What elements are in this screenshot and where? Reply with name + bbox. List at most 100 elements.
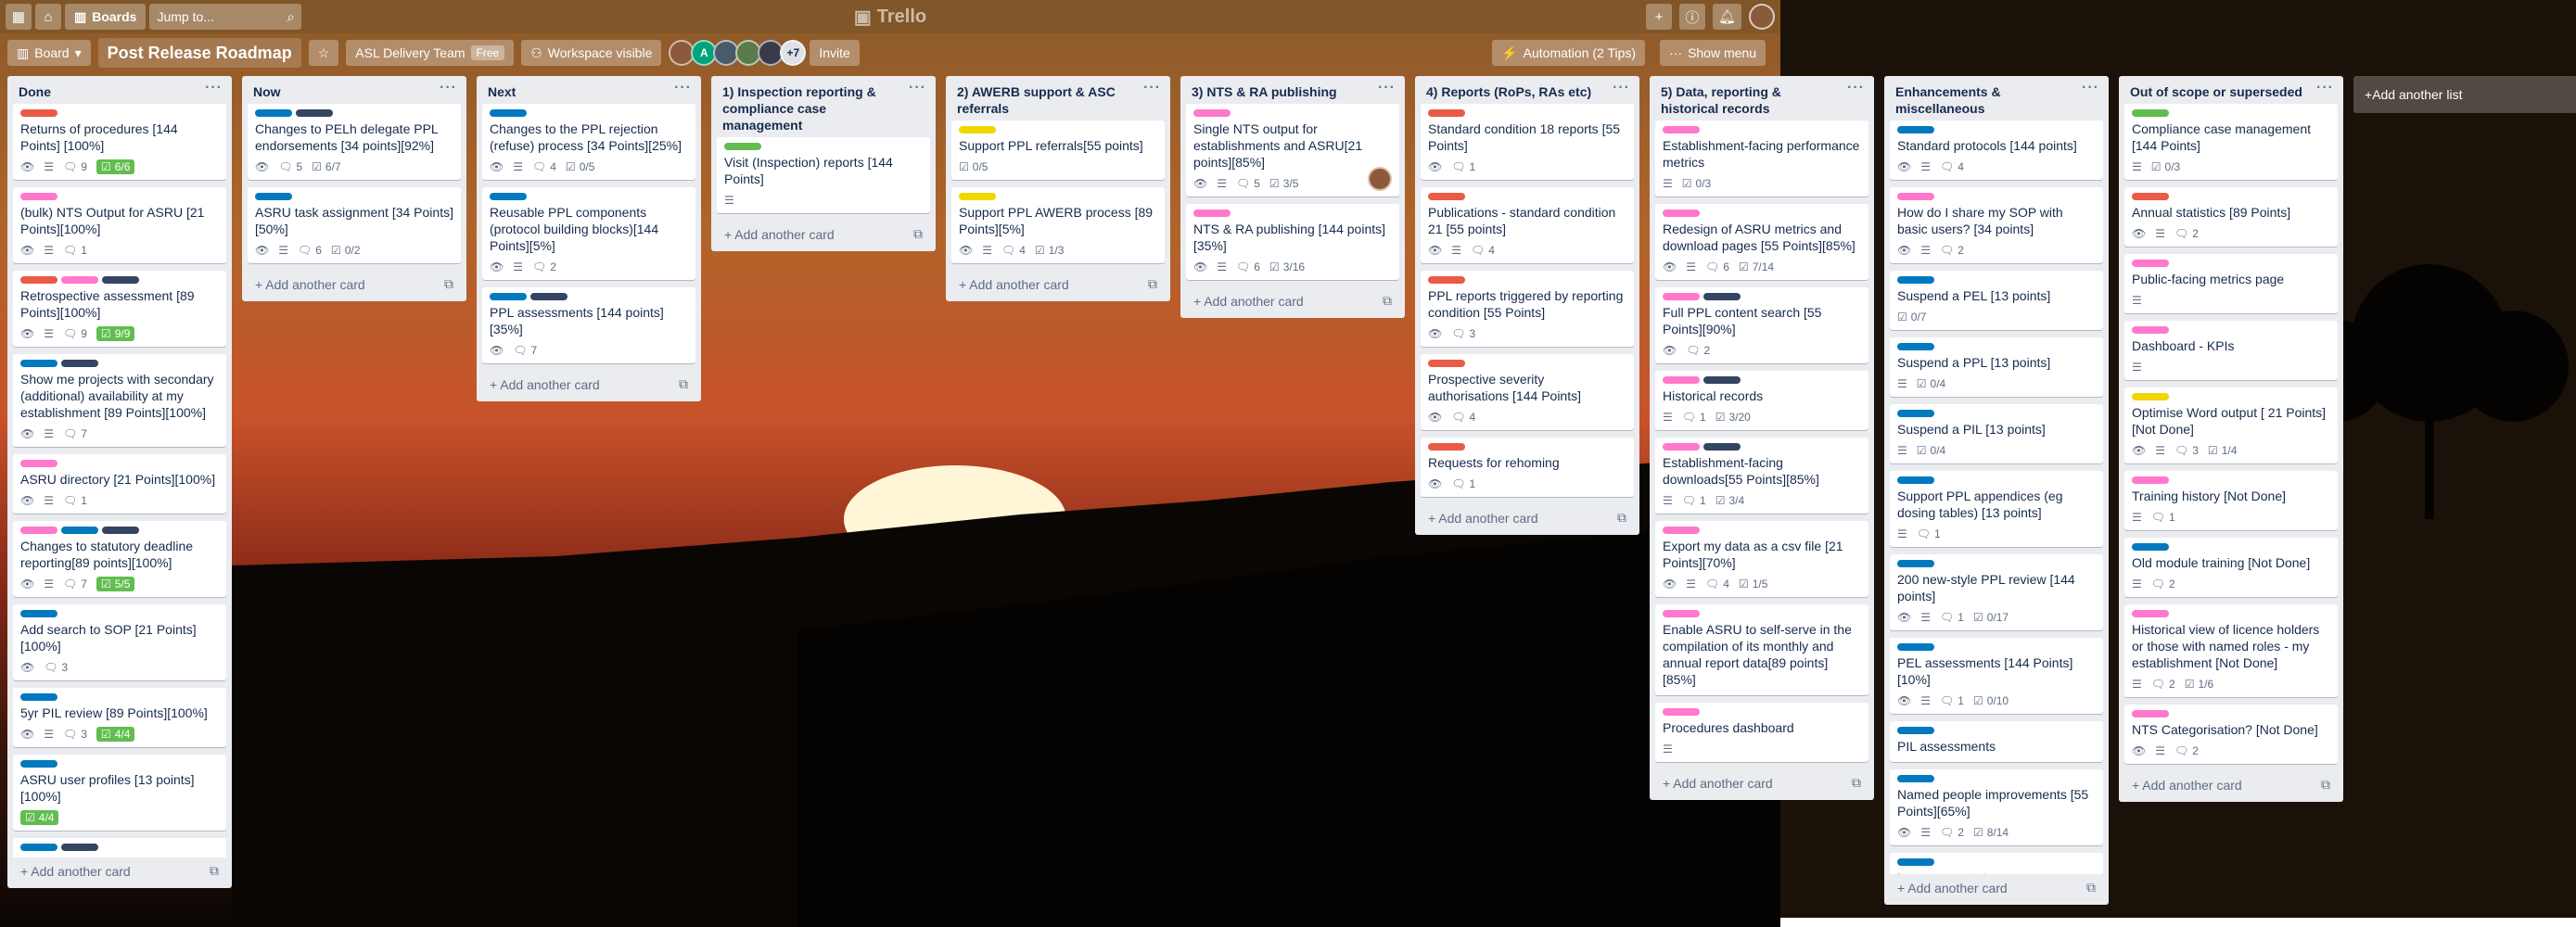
list-menu-icon[interactable]: ··· [2082, 80, 2099, 96]
label-blue[interactable] [1897, 126, 1934, 133]
label-green[interactable] [724, 143, 761, 150]
label-pink[interactable] [1663, 376, 1700, 384]
card[interactable]: ASRU task assignment [34 Points] [50%] 👁︎… [248, 187, 461, 263]
label-blue[interactable] [20, 360, 57, 367]
label-pink[interactable] [61, 276, 98, 284]
label-navy[interactable] [102, 276, 139, 284]
list-header[interactable]: 5) Data, reporting & historical records ·… [1650, 76, 1874, 121]
list-header[interactable]: Done ··· [7, 76, 232, 104]
label-pink[interactable] [20, 527, 57, 534]
label-blue[interactable] [1897, 858, 1934, 866]
list-header[interactable]: 3) NTS & RA publishing ··· [1180, 76, 1405, 104]
card[interactable]: Changes to the PPL rejection (refuse) pr… [482, 104, 695, 180]
label-pink[interactable] [1193, 210, 1231, 217]
card[interactable]: Show me projects with secondary (additio… [13, 354, 226, 447]
label-pink[interactable] [1663, 527, 1700, 534]
card[interactable]: PPL reports triggered by reporting condi… [1421, 271, 1634, 347]
label-pink[interactable] [1663, 210, 1700, 217]
label-blue[interactable] [20, 844, 57, 851]
label-red[interactable] [1428, 276, 1465, 284]
invite-button[interactable]: Invite [810, 40, 860, 66]
list-menu-icon[interactable]: ··· [205, 80, 223, 96]
label-red[interactable] [20, 276, 57, 284]
label-yellow[interactable] [2132, 393, 2169, 400]
label-navy[interactable] [61, 360, 98, 367]
card[interactable]: Standard condition 18 reports [55 Points… [1421, 104, 1634, 180]
add-card-button[interactable]: + Add another card ⧉ [1180, 287, 1405, 318]
card-template-icon[interactable]: ⧉ [2086, 880, 2096, 895]
add-card-button[interactable]: + Add another card ⧉ [711, 221, 936, 251]
card[interactable]: Reusable PPL components (protocol buildi… [482, 187, 695, 280]
label-navy[interactable] [1703, 293, 1741, 300]
label-blue[interactable] [1897, 560, 1934, 567]
card[interactable]: Establishment-facing downloads[55 Points… [1655, 438, 1868, 514]
label-pink[interactable] [2132, 326, 2169, 334]
list-menu-icon[interactable]: ··· [440, 80, 457, 96]
create-plus-icon[interactable]: + [1645, 4, 1672, 30]
label-yellow[interactable] [959, 193, 996, 200]
list-menu-icon[interactable]: ··· [1613, 80, 1630, 96]
card[interactable]: Compliance case management [144 Points] ☰… [2124, 104, 2338, 180]
card[interactable]: Returns of procedures [144 Points] [100%… [13, 104, 226, 180]
card[interactable]: Old module training [Not Done] ☰ 🗨︎ 2 [2124, 538, 2338, 597]
label-red[interactable] [1428, 193, 1465, 200]
add-list-button[interactable]: + Add another list [2353, 76, 2576, 113]
card[interactable]: 5yr PIL review [89 Points][100%] 👁︎ ☰ 🗨︎ 3 ☑ 4… [13, 688, 226, 747]
label-pink[interactable] [1193, 109, 1231, 117]
list-header[interactable]: 4) Reports (RoPs, RAs etc) ··· [1415, 76, 1639, 104]
list-menu-icon[interactable]: ··· [1143, 80, 1161, 96]
label-red[interactable] [1428, 109, 1465, 117]
label-blue[interactable] [490, 193, 527, 200]
card[interactable]: Optimise Word output [ 21 Points] [Not D… [2124, 387, 2338, 464]
star-icon[interactable]: ☆ [308, 40, 339, 66]
board-view-switcher[interactable]: ▥ Board ▾ [7, 40, 91, 66]
card[interactable]: Dashboard - KPIs ☰ [2124, 321, 2338, 380]
automation-button[interactable]: ⚡ Automation (2 Tips) [1492, 40, 1646, 66]
card[interactable]: Suspend a PIL [13 points] ☰ ☑ 0/4 [1890, 404, 2103, 464]
list-title[interactable]: 5) Data, reporting & historical records [1661, 84, 1781, 116]
card[interactable]: Full PPL content search [55 Points][90%]… [1655, 287, 1868, 363]
card[interactable]: Merge two establishments [55 Points][100… [13, 838, 226, 857]
list-title[interactable]: Out of scope or superseded [2130, 84, 2302, 99]
card[interactable]: Retrospective assessment [89 Points][100… [13, 271, 226, 347]
list-title[interactable]: Now [253, 84, 281, 99]
list-header[interactable]: Out of scope or superseded ··· [2119, 76, 2343, 104]
card[interactable]: Annual statistics [89 Points] 👁︎ ☰ 🗨︎ 2 [2124, 187, 2338, 247]
label-red[interactable] [2132, 193, 2169, 200]
list-title[interactable]: 2) AWERB support & ASC referrals [957, 84, 1116, 116]
card[interactable]: Standard protocols [144 points] 👁︎ ☰ 🗨︎ 4 [1890, 121, 2103, 180]
card[interactable]: ASRU user profiles [13 points] [100%] ☑ 4/… [13, 755, 226, 831]
card-template-icon[interactable]: ⧉ [1617, 510, 1626, 526]
list-menu-icon[interactable]: ··· [909, 80, 926, 96]
label-navy[interactable] [61, 844, 98, 851]
list-title[interactable]: Done [19, 84, 51, 99]
card-member-avatar[interactable] [1368, 167, 1392, 191]
label-pink[interactable] [1897, 193, 1934, 200]
list-menu-icon[interactable]: ··· [1847, 80, 1865, 96]
home-icon[interactable]: ⌂ [35, 4, 61, 30]
card[interactable]: 200 new-style PPL review [144 points] 👁︎ ☰… [1890, 554, 2103, 630]
card[interactable]: Training history [Not Done] ☰ 🗨︎ 1 [2124, 471, 2338, 530]
card[interactable]: Prospective severity authorisations [144… [1421, 354, 1634, 430]
label-blue[interactable] [1897, 276, 1934, 284]
list-title[interactable]: 4) Reports (RoPs, RAs etc) [1426, 84, 1591, 99]
card-template-icon[interactable]: ⧉ [1852, 775, 1861, 791]
card[interactable]: Add search to SOP [21 Points] [100%] 👁︎ 🗨︎… [13, 604, 226, 680]
label-pink[interactable] [2132, 610, 2169, 617]
label-pink[interactable] [20, 193, 57, 200]
label-blue[interactable] [20, 760, 57, 768]
add-card-button[interactable]: + Add another card ⧉ [242, 271, 466, 301]
card[interactable]: How do I share my SOP with basic users? … [1890, 187, 2103, 263]
card[interactable]: Enable ASRU to self-serve in the compila… [1655, 604, 1868, 695]
card[interactable]: Establishment-facing performance metrics… [1655, 121, 1868, 197]
add-card-button[interactable]: + Add another card ⧉ [946, 271, 1170, 301]
card[interactable]: Named people improvements [55 Points][65… [1890, 769, 2103, 845]
label-blue[interactable] [61, 527, 98, 534]
list-header[interactable]: Enhancements & miscellaneous ··· [1884, 76, 2109, 121]
card[interactable]: ASRU directory [21 Points][100%] 👁︎ ☰ 🗨︎ 1 [13, 454, 226, 514]
label-navy[interactable] [1703, 376, 1741, 384]
card-template-icon[interactable]: ⧉ [679, 376, 688, 392]
more-members-badge[interactable]: +7 [780, 40, 807, 66]
label-green[interactable] [2132, 109, 2169, 117]
label-blue[interactable] [490, 293, 527, 300]
